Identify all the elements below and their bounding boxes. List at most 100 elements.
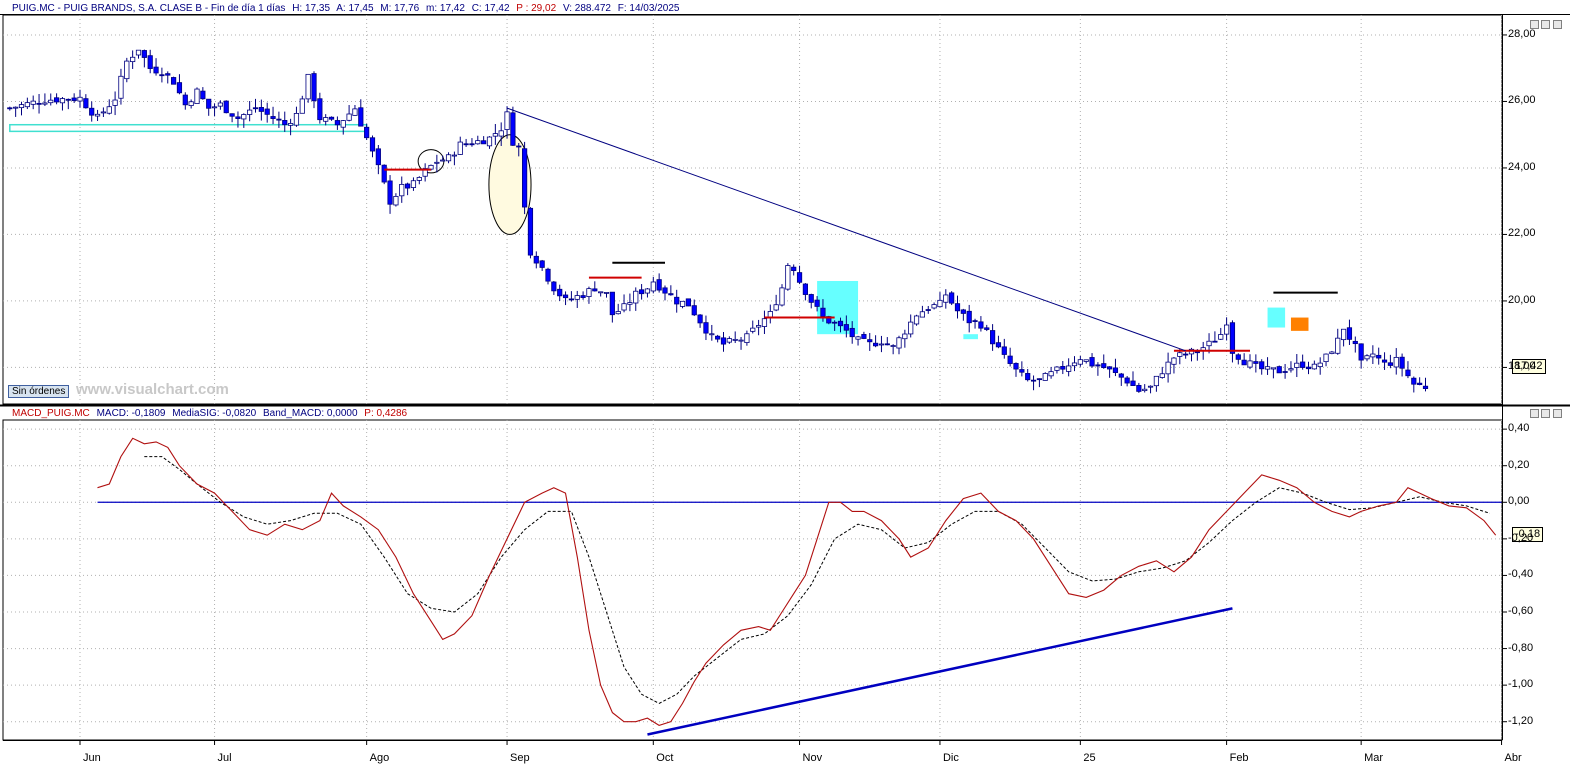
macd-y-tick-label: -0,60 bbox=[1508, 605, 1534, 617]
candle-body bbox=[1358, 343, 1364, 361]
candle-body bbox=[598, 291, 604, 294]
candle-body bbox=[194, 88, 200, 104]
candle-body bbox=[1089, 357, 1095, 367]
candle-body bbox=[995, 342, 1002, 348]
candle-body bbox=[925, 309, 931, 311]
maximize-price-panel-button[interactable] bbox=[1541, 20, 1550, 29]
candle-body bbox=[1071, 362, 1078, 367]
candle-body bbox=[1112, 367, 1119, 373]
candle-body bbox=[252, 107, 259, 110]
orders-badge[interactable]: Sin órdenes bbox=[8, 385, 70, 398]
candle-body bbox=[165, 73, 171, 76]
candle-body bbox=[340, 120, 346, 128]
symbol-label: PUIG.MC - PUIG BRANDS, S.A. CLASE B - Fi… bbox=[12, 3, 286, 14]
candle-body bbox=[89, 107, 95, 116]
candle-body bbox=[691, 305, 697, 316]
candle-body bbox=[241, 114, 247, 120]
candle-body bbox=[1001, 346, 1007, 355]
candle-body bbox=[1054, 366, 1060, 371]
candle-body bbox=[878, 343, 885, 346]
macd-y-tick-label: -0,20 bbox=[1508, 531, 1534, 544]
candle-body bbox=[668, 293, 674, 296]
candle-body bbox=[410, 180, 417, 188]
candle-body bbox=[1177, 352, 1183, 357]
candle-body bbox=[843, 324, 849, 331]
candle-body bbox=[1224, 324, 1230, 335]
candle-body bbox=[13, 106, 19, 109]
candle-body bbox=[1411, 377, 1417, 385]
candle-body bbox=[270, 116, 276, 119]
candle-body bbox=[1229, 322, 1236, 354]
x-tick-label: Dic bbox=[942, 752, 959, 764]
candle-body bbox=[545, 268, 551, 282]
candle-body bbox=[592, 288, 598, 292]
candle-body bbox=[1253, 361, 1259, 364]
candle-body bbox=[1317, 362, 1323, 368]
candle-body bbox=[580, 295, 586, 298]
candle-body bbox=[247, 109, 253, 115]
candle-body bbox=[954, 303, 961, 312]
candle-body bbox=[364, 126, 370, 139]
x-tick-label: Mar bbox=[1364, 752, 1384, 764]
macd-header: MACD_PUIG.MC MACD: -0,1809 MediaSIG: -0,… bbox=[12, 408, 411, 419]
candle-body bbox=[633, 290, 639, 304]
close-value: C: 17,42 bbox=[471, 3, 510, 14]
candle-body bbox=[1159, 373, 1165, 378]
candle-body bbox=[773, 304, 779, 311]
candle-body bbox=[1025, 373, 1031, 381]
candle-body bbox=[644, 288, 651, 294]
candle-body bbox=[919, 311, 926, 318]
candle-body bbox=[1276, 366, 1282, 374]
candle-body bbox=[77, 96, 83, 102]
macd-y-tick-label: -1,20 bbox=[1508, 714, 1534, 727]
candle-body bbox=[276, 118, 282, 121]
candle-body bbox=[481, 140, 487, 145]
candle-body bbox=[1352, 340, 1358, 345]
candle-body bbox=[808, 294, 814, 303]
candle-body bbox=[972, 320, 978, 323]
candle-body bbox=[650, 281, 656, 292]
candle-body bbox=[159, 74, 165, 77]
candle-body bbox=[200, 90, 206, 100]
macd-y-tick-label: -0,80 bbox=[1508, 641, 1534, 654]
candle-body bbox=[188, 101, 194, 106]
candle-body bbox=[311, 73, 317, 102]
candle-body bbox=[1124, 377, 1130, 384]
minimize-macd-panel-button[interactable] bbox=[1530, 409, 1539, 418]
candle-body bbox=[820, 307, 826, 317]
candle-body bbox=[299, 98, 305, 114]
candle-body bbox=[1335, 337, 1341, 354]
candle-body bbox=[475, 140, 481, 145]
candle-body bbox=[211, 106, 218, 109]
candle-body bbox=[1101, 363, 1107, 369]
x-tick-label: Nov bbox=[802, 752, 823, 764]
band-value: Band_MACD: 0,0000 bbox=[263, 408, 358, 419]
max-value: M: 17,76 bbox=[380, 3, 420, 14]
candle-body bbox=[1247, 360, 1253, 368]
macd-panel-frame bbox=[2, 419, 1503, 741]
candle-body bbox=[141, 50, 147, 58]
candle-body bbox=[1083, 359, 1089, 362]
candle-body bbox=[568, 298, 575, 301]
candle-body bbox=[1212, 340, 1218, 343]
candle-body bbox=[1194, 351, 1200, 354]
candle-body bbox=[486, 136, 493, 147]
candle-body bbox=[609, 291, 615, 316]
macd-name: MACD_PUIG.MC bbox=[12, 408, 90, 419]
candle-body bbox=[135, 49, 142, 56]
candle-body bbox=[375, 148, 381, 166]
candle-body bbox=[223, 100, 229, 114]
candle-body bbox=[264, 108, 270, 115]
candle-body bbox=[960, 309, 966, 314]
close-price-panel-button[interactable] bbox=[1553, 20, 1562, 29]
candle-body bbox=[369, 137, 376, 152]
maximize-macd-panel-button[interactable] bbox=[1541, 409, 1550, 418]
candle-body bbox=[71, 97, 77, 101]
candle-body bbox=[937, 299, 943, 308]
candle-body bbox=[457, 141, 463, 155]
macd-y-tick-label: 0,40 bbox=[1508, 422, 1530, 435]
candle-body bbox=[796, 272, 803, 283]
candle-body bbox=[867, 339, 873, 343]
close-macd-panel-button[interactable] bbox=[1553, 409, 1562, 418]
candle-body bbox=[662, 287, 668, 294]
